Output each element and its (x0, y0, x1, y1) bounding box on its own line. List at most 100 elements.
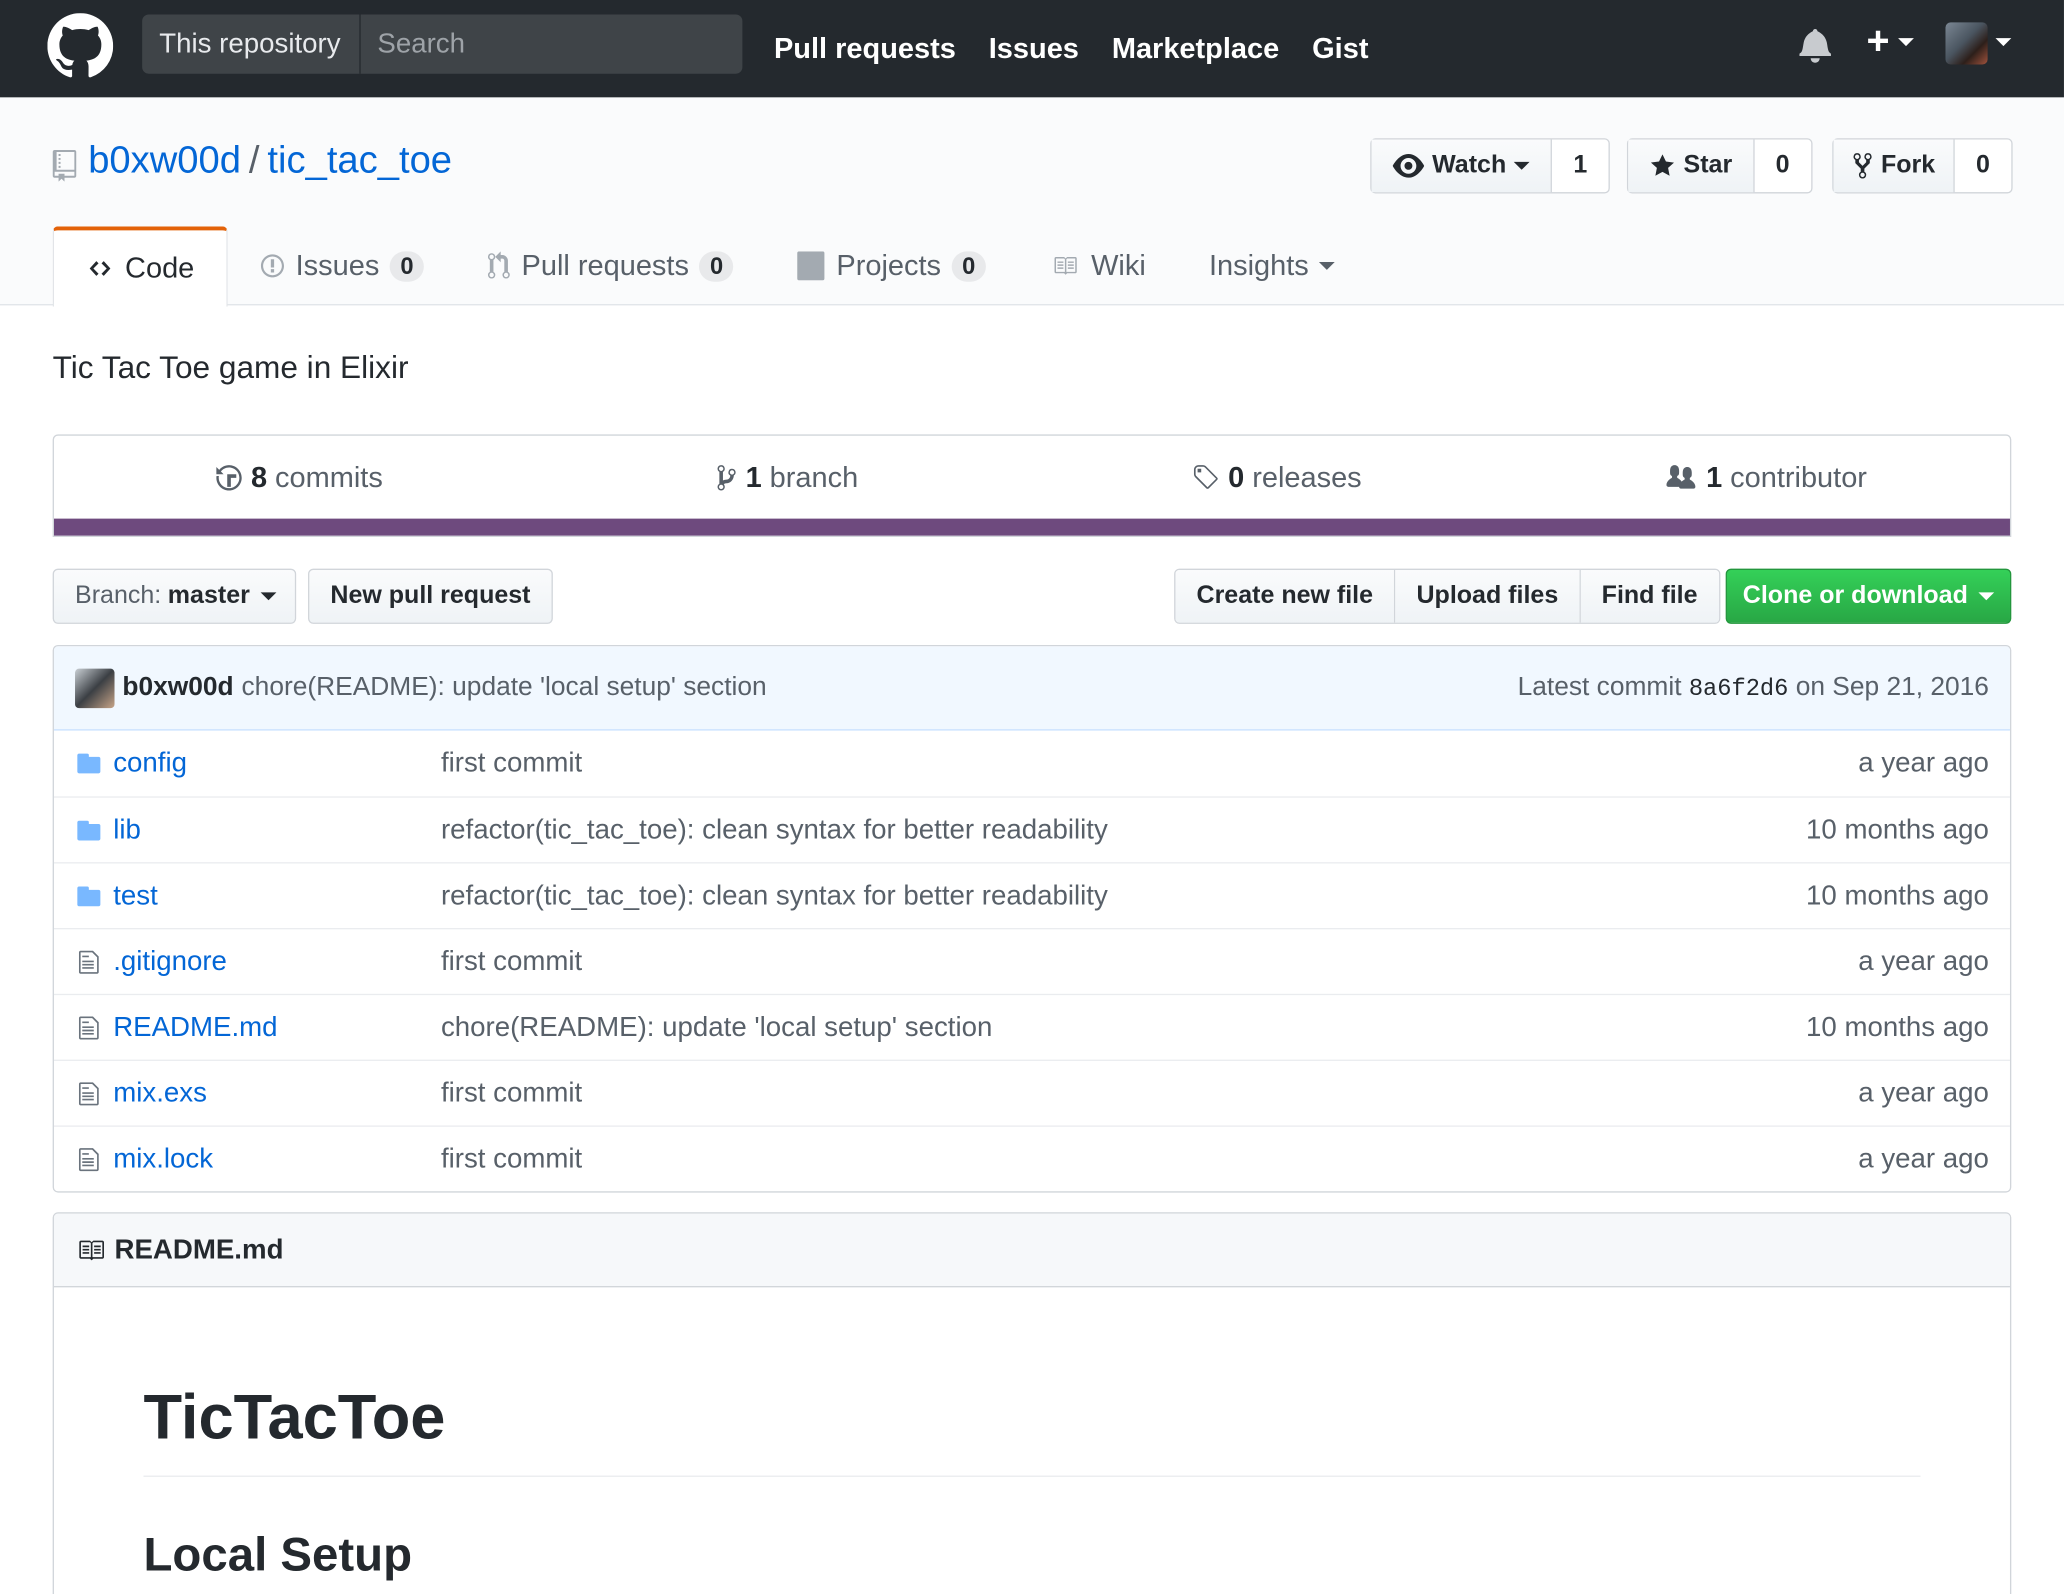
clone-or-download-button[interactable]: Clone or download (1725, 568, 2012, 624)
fork-label: Fork (1880, 151, 1936, 180)
file-icon (78, 1147, 99, 1171)
folder-icon (77, 885, 101, 906)
language-bar[interactable] (53, 518, 2010, 536)
commit-author-link[interactable]: b0xw00d (122, 673, 233, 703)
file-commit-message-link[interactable]: chore(README): update 'local setup' sect… (441, 1012, 1806, 1044)
project-icon (797, 251, 825, 281)
nav-marketplace[interactable]: Marketplace (1112, 32, 1279, 66)
file-age: a year ago (1858, 945, 1989, 977)
file-name-link[interactable]: mix.lock (113, 1143, 441, 1175)
file-name-link[interactable]: config (113, 748, 441, 780)
file-age: a year ago (1858, 1077, 1989, 1108)
issue-icon (260, 254, 284, 278)
readme-box: README.md TicTacToe Local Setup (52, 1212, 2012, 1594)
header-nav: Pull requests Issues Marketplace Gist (774, 0, 1368, 97)
watch-count[interactable]: 1 (1552, 140, 1608, 193)
file-commit-message-link[interactable]: first commit (441, 946, 1858, 978)
issues-counter: 0 (389, 250, 425, 282)
file-commit-message-link[interactable]: first commit (441, 1143, 1858, 1175)
file-name-link[interactable]: test (113, 880, 441, 912)
book-icon (79, 1239, 104, 1260)
commits-label: commits (275, 460, 383, 494)
file-table: b0xw00d chore(README): update 'local set… (52, 644, 2012, 1193)
commit-message-link[interactable]: chore(README): update 'local setup' sect… (242, 673, 767, 703)
tab-issues[interactable]: Issues 0 (227, 226, 456, 305)
file-name-link[interactable]: lib (113, 814, 441, 846)
repo-tabs: Code Issues 0 Pull requests 0 Projects 0… (52, 226, 1367, 307)
tab-code[interactable]: Code (52, 226, 228, 307)
file-commit-message-link[interactable]: first commit (441, 748, 1858, 780)
branch-name: master (167, 581, 250, 610)
latest-commit-prefix: Latest commit (1517, 672, 1682, 702)
repo-description: Tic Tac Toe game in Elixir (52, 350, 409, 386)
upload-files-button[interactable]: Upload files (1395, 569, 1581, 623)
chevron-down-icon (1995, 38, 2012, 47)
contributors-link[interactable]: 1 contributor (1521, 436, 2010, 520)
releases-link[interactable]: 0 releases (1032, 436, 1521, 520)
watch-button[interactable]: Watch (1371, 139, 1553, 193)
pull-request-icon (488, 251, 511, 279)
tab-wiki[interactable]: Wiki (1017, 226, 1177, 305)
tab-projects[interactable]: Projects 0 (765, 226, 1017, 305)
repo-name-link[interactable]: tic_tac_toe (267, 140, 452, 182)
find-file-button[interactable]: Find file (1580, 569, 1719, 623)
file-name-link[interactable]: README.md (113, 1012, 441, 1044)
avatar[interactable] (1945, 22, 1988, 65)
latest-commit-date: on Sep 21, 2016 (1795, 672, 1989, 702)
file-commit-message-link[interactable]: refactor(tic_tac_toe): clean syntax for … (441, 880, 1806, 912)
star-group: Star 0 (1626, 138, 1812, 194)
chevron-down-icon (1898, 38, 1914, 47)
file-actions: Create new file Upload files Find file (1174, 568, 1720, 624)
contributors-label: contributor (1730, 460, 1867, 494)
chevron-down-icon (1514, 161, 1530, 170)
avatar[interactable] (75, 668, 115, 708)
plus-icon[interactable]: + (1867, 22, 1890, 61)
file-name-link[interactable]: .gitignore (113, 946, 441, 978)
branches-link[interactable]: 1 branch (543, 436, 1032, 520)
table-row: config first commit a year ago (54, 731, 2010, 797)
file-icon (78, 1015, 99, 1039)
commits-link[interactable]: 8 commits (54, 436, 543, 520)
releases-count: 0 (1228, 460, 1245, 494)
watch-label: Watch (1432, 151, 1507, 180)
repo-owner-link[interactable]: b0xw00d (88, 140, 241, 182)
branches-label: branch (769, 460, 859, 494)
fork-count[interactable]: 0 (1955, 140, 2011, 193)
table-row: mix.exs first commit a year ago (53, 1059, 2010, 1126)
search-form: This repository (142, 14, 743, 74)
file-commit-message-link[interactable]: first commit (441, 1077, 1858, 1109)
tab-pull-requests[interactable]: Pull requests 0 (456, 226, 766, 305)
search-input[interactable] (360, 14, 743, 74)
file-age: 10 months ago (1806, 1011, 1989, 1042)
tab-label: Insights (1208, 248, 1309, 282)
chevron-down-icon (1319, 261, 1336, 270)
clone-label: Clone or download (1742, 581, 1968, 610)
book-icon (1054, 257, 1077, 275)
star-count[interactable]: 0 (1755, 140, 1811, 193)
folder-icon (77, 753, 101, 774)
search-scope-label[interactable]: This repository (142, 14, 361, 74)
github-logo-icon[interactable] (47, 13, 114, 79)
fork-button[interactable]: Fork (1833, 139, 1955, 193)
chevron-down-icon (260, 592, 277, 601)
readme-heading-1: TicTacToe (143, 1382, 1921, 1477)
star-button[interactable]: Star (1628, 139, 1755, 193)
branch-prefix: Branch: (75, 581, 162, 610)
pull-requests-counter: 0 (699, 250, 734, 282)
file-name-link[interactable]: mix.exs (113, 1077, 441, 1109)
bell-icon[interactable] (1799, 26, 1831, 63)
projects-counter: 0 (951, 250, 986, 282)
new-pull-request-button[interactable]: New pull request (308, 568, 553, 624)
history-icon (215, 465, 242, 491)
tab-insights[interactable]: Insights (1177, 226, 1366, 305)
branch-select-button[interactable]: Branch: master (52, 568, 297, 624)
create-new-file-button[interactable]: Create new file (1175, 569, 1396, 623)
repo-title: b0xw00d / tic_tac_toe (88, 140, 452, 183)
nav-pull-requests[interactable]: Pull requests (774, 32, 956, 66)
latest-commit-info: Latest commit 8a6f2d6 on Sep 21, 2016 (1518, 673, 1989, 703)
commit-sha-link[interactable]: 8a6f2d6 (1689, 677, 1789, 703)
nav-issues[interactable]: Issues (989, 32, 1079, 66)
file-commit-message-link[interactable]: refactor(tic_tac_toe): clean syntax for … (441, 814, 1806, 846)
tab-label: Issues (295, 248, 380, 282)
nav-gist[interactable]: Gist (1312, 32, 1368, 66)
